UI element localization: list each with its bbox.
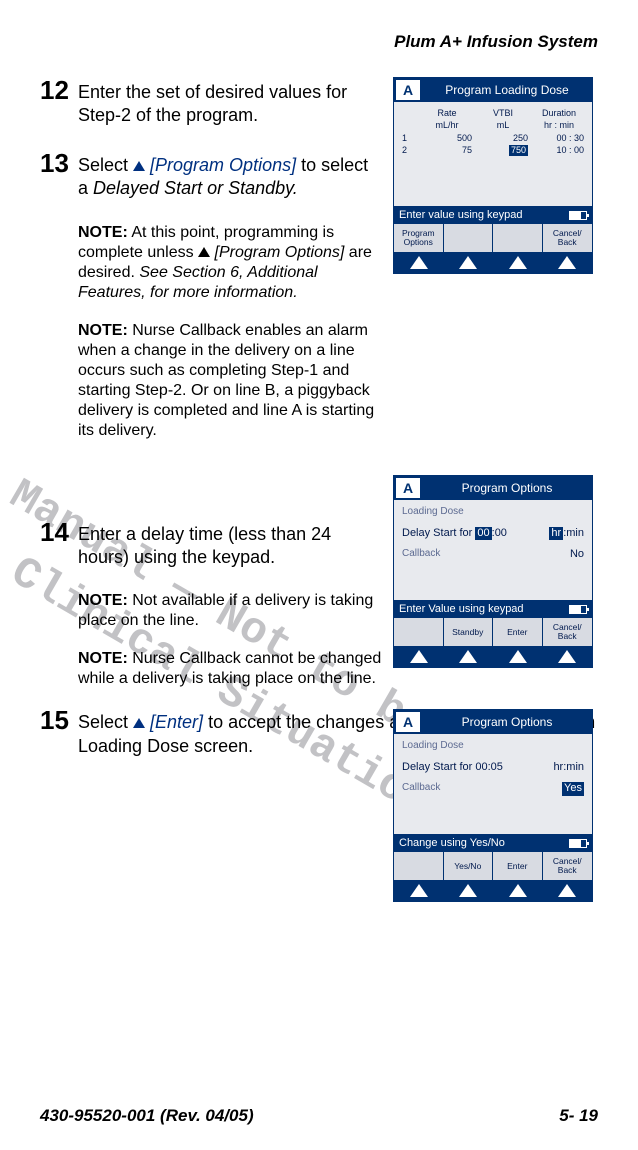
softkey-cancel-back[interactable]: Cancel/Back [543,224,593,252]
screen-loading-dose: A Program Loading Dose Rate VTBI Duratio… [393,77,593,274]
row-1-num: 1 [402,133,416,144]
battery-icon [569,211,587,220]
col-duration: Duration [534,108,584,119]
arrow-softkey-1[interactable] [394,256,444,269]
softkey-blank [394,618,444,646]
callback-label: Callback [402,782,440,796]
row-2-vtbi-active: 750 [478,145,528,156]
softkey-blank-1 [444,224,494,252]
unit-vtbi: mL [478,120,528,131]
arrow-softkey-3[interactable] [493,256,543,269]
status-text: Enter Value using keypad [399,603,524,615]
arrow-softkey-3[interactable] [493,650,543,663]
battery-icon [569,605,587,614]
channel-letter: A [396,712,420,732]
row-2-rate: 75 [422,145,472,156]
footer-right: 5- 19 [559,1106,598,1126]
channel-letter: A [396,80,420,100]
unit-duration: hr : min [534,120,584,131]
screen-program-options-2: A Program Options Loading Dose Delay Sta… [393,709,593,902]
delay-start-line: Delay Start for 00:00 hr:min [402,527,584,541]
step-number: 14 [40,519,78,545]
step-number: 15 [40,707,78,733]
screen-title: Program Options [422,476,592,500]
channel-letter: A [396,478,420,498]
triangle-icon [133,718,145,728]
screen-title: Program Options [422,710,592,734]
softkey-enter[interactable]: Enter [493,852,543,880]
col-vtbi: VTBI [478,108,528,119]
arrow-softkey-1[interactable] [394,884,444,897]
row-2-dur: 10 : 00 [534,145,584,156]
row-1-dur: 00 : 30 [534,133,584,144]
row-1-rate: 500 [422,133,472,144]
subtitle: Loading Dose [402,740,584,753]
softkey-blank-2 [493,224,543,252]
row-1-vtbi: 250 [478,133,528,144]
softkey-program-options[interactable]: ProgramOptions [394,224,444,252]
arrow-softkey-2[interactable] [444,884,494,897]
step-number: 12 [40,77,78,103]
arrow-softkey-4[interactable] [543,256,593,269]
delay-start-line: Delay Start for 00:05 hr:min [402,761,584,775]
battery-icon [569,839,587,848]
softkey-cancel-back[interactable]: Cancel/Back [543,618,593,646]
callback-value: Yes [562,782,584,796]
note: NOTE: Nurse Callback enables an alarm wh… [78,321,598,441]
screen-title: Program Loading Dose [422,78,592,102]
arrow-softkey-1[interactable] [394,650,444,663]
triangle-icon [198,247,210,257]
callback-value: No [570,548,584,562]
arrow-softkey-4[interactable] [543,884,593,897]
status-text: Change using Yes/No [399,837,505,849]
footer: 430-95520-001 (Rev. 04/05) 5- 19 [40,1106,598,1126]
triangle-icon [133,161,145,171]
arrow-softkey-3[interactable] [493,884,543,897]
footer-left: 430-95520-001 (Rev. 04/05) [40,1106,254,1126]
unit-rate: mL/hr [422,120,472,131]
arrow-softkey-4[interactable] [543,650,593,663]
softkey-standby[interactable]: Standby [444,618,494,646]
softkey-blank [394,852,444,880]
arrow-softkey-2[interactable] [444,256,494,269]
arrow-softkey-2[interactable] [444,650,494,663]
col-rate: Rate [422,108,472,119]
screen-program-options-1: A Program Options Loading Dose Delay Sta… [393,475,593,668]
row-2-num: 2 [402,145,416,156]
softkey-yes-no[interactable]: Yes/No [444,852,494,880]
softkey-enter[interactable]: Enter [493,618,543,646]
status-text: Enter value using keypad [399,209,523,221]
subtitle: Loading Dose [402,506,584,519]
callback-label: Callback [402,548,440,562]
softkey-cancel-back[interactable]: Cancel/Back [543,852,593,880]
step-number: 13 [40,150,78,176]
page-title: Plum A+ Infusion System [40,32,598,52]
